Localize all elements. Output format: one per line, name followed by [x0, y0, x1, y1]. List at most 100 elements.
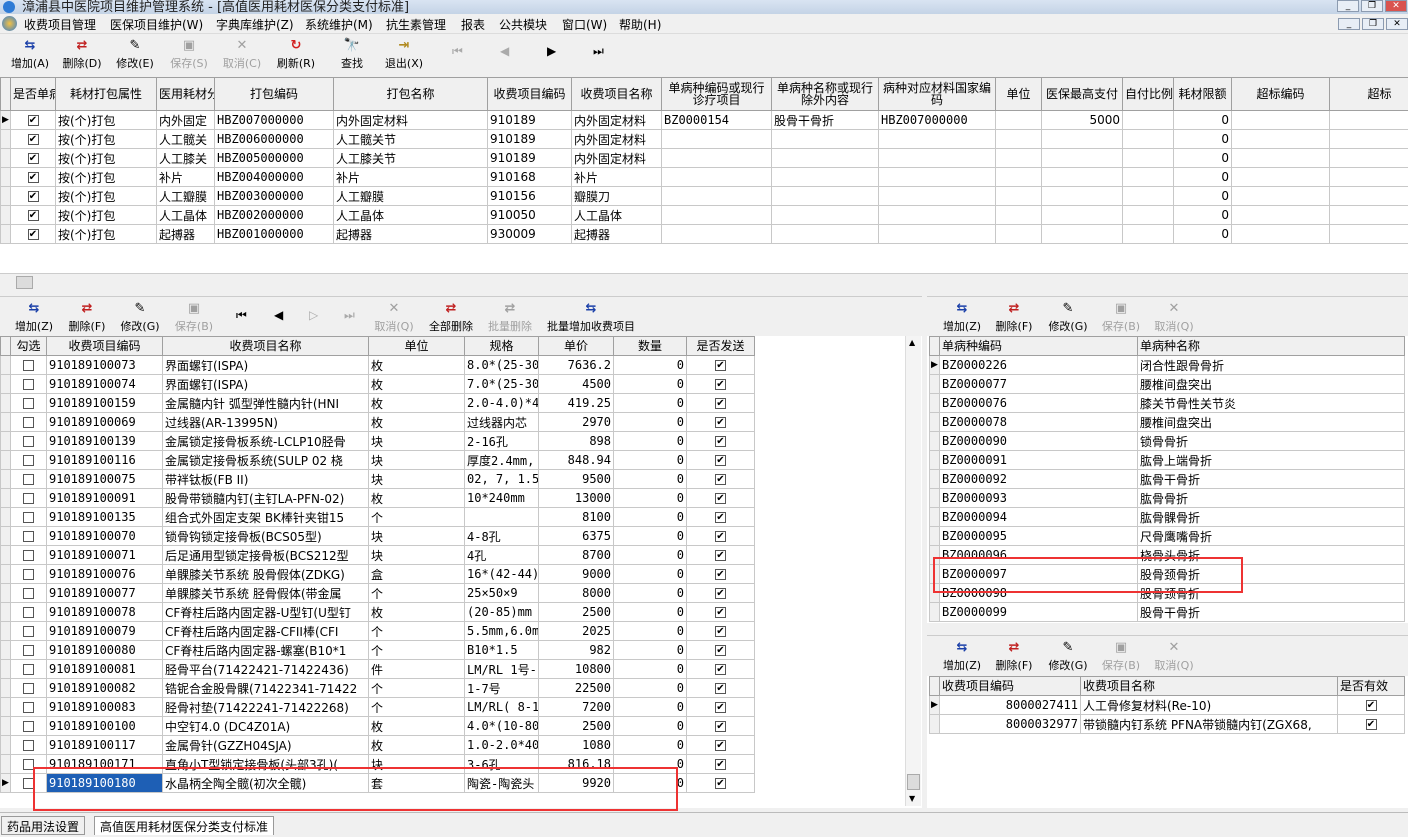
table-cell[interactable] — [661, 148, 772, 168]
disease-name-cell[interactable]: 膝关节骨性关节炎 — [1137, 393, 1405, 413]
table-row[interactable]: 910189100116 金属锁定接骨板系统(SULP 02 桡块厚度2.4mm,… — [0, 450, 755, 470]
scroll-up-icon[interactable]: ▲ — [909, 338, 915, 347]
checked-checkbox[interactable]: ✔ — [715, 702, 726, 713]
table-cell[interactable]: 910156 — [487, 186, 572, 206]
price-cell[interactable]: 6375 — [538, 526, 614, 546]
unchecked-checkbox[interactable] — [23, 398, 34, 409]
price-cell[interactable]: 13000 — [538, 488, 614, 508]
col-header[interactable]: 收费项目名称 — [162, 336, 369, 356]
table-row[interactable]: ✔ 按(个)打包 起搏器 HBZ001000000 起搏器 930009 起搏器 0 — [0, 224, 1408, 244]
unit-cell[interactable]: 枚 — [368, 488, 465, 508]
table-cell[interactable] — [878, 224, 996, 244]
hscroll-thumb[interactable] — [16, 276, 33, 289]
fee-name-cell[interactable]: 过线器(AR-13995N) — [162, 412, 369, 432]
checked-checkbox[interactable]: ✔ — [27, 134, 39, 145]
fee-code-cell[interactable]: 910189100069 — [46, 412, 163, 432]
table-row[interactable]: 910189100117 金属骨针(GZZH04SJA) 枚 1.0-2.0*40 10… — [0, 735, 755, 755]
table-cell[interactable] — [1231, 110, 1330, 130]
fee-name-cell[interactable]: CF脊柱后路内固定器-螺塞(B10*1 — [162, 640, 369, 660]
table-row[interactable]: 910189100075 带袢钛板(FB II) 块 02, 7, 1.5 9500 0 ✔ — [0, 469, 755, 489]
table-row[interactable]: ✔ 按(个)打包 人工晶体 HBZ002000000 人工晶体 910050 人工晶体 0 — [0, 205, 1408, 225]
table-cell[interactable] — [771, 148, 879, 168]
disease-code-cell[interactable]: BZ0000078 — [939, 412, 1138, 432]
checked-checkbox[interactable]: ✔ — [715, 531, 726, 542]
spec-cell[interactable]: 1-7号 — [464, 678, 539, 698]
table-row[interactable]: 910189100135 组合式外固定支架 BK棒针夹钳15 个 8100 0 ✔ — [0, 507, 755, 527]
fee-name-cell[interactable]: 金属锁定接骨板系统(SULP 02 桡 — [162, 450, 369, 470]
table-row[interactable]: 910189100091 股骨带锁髓内钉(主钉LA-PFN-02) 枚 10*240m… — [0, 488, 755, 508]
unit-cell[interactable]: 枚 — [368, 735, 465, 755]
table-cell[interactable]: 人工髋关节 — [333, 129, 488, 149]
table-cell[interactable] — [1122, 224, 1174, 244]
table-cell[interactable]: 0 — [1173, 205, 1232, 225]
col-header[interactable]: 勾选 — [10, 336, 47, 356]
table-cell[interactable]: 按(个)打包 — [55, 167, 157, 187]
prev-record-icon[interactable]: ◀ — [500, 44, 509, 58]
spec-cell[interactable]: 4-8孔 — [464, 526, 539, 546]
table-cell[interactable] — [995, 224, 1042, 244]
delete-all-button[interactable]: ⇄ 全部删除 — [425, 300, 477, 334]
table-row[interactable]: 910189100159 金属髓内针 弧型弹性髓内针(HNI 枚 2.0-4.0)*4… — [0, 393, 755, 413]
unchecked-checkbox[interactable] — [23, 493, 34, 504]
table-cell[interactable] — [1329, 148, 1408, 168]
table-cell[interactable]: 0 — [1173, 148, 1232, 168]
price-cell[interactable]: 2500 — [538, 716, 614, 736]
col-header[interactable]: 病种对应材料国家编码 — [878, 77, 996, 111]
unchecked-checkbox[interactable] — [23, 417, 34, 428]
col-header[interactable]: 收费项目编码 — [46, 336, 163, 356]
fee-code-cell[interactable]: 910189100076 — [46, 564, 163, 584]
qty-cell[interactable]: 0 — [613, 545, 687, 565]
spec-cell[interactable]: 2-16孔 — [464, 431, 539, 451]
batch-delete-button[interactable]: ⇄ 批量删除 — [484, 300, 536, 334]
unchecked-checkbox[interactable] — [23, 531, 34, 542]
fee-name-cell[interactable]: 金属锁定接骨板系统-LCLP10胫骨 — [162, 431, 369, 451]
col-header[interactable]: 单位 — [368, 336, 465, 356]
checked-checkbox[interactable]: ✔ — [715, 664, 726, 675]
unit-cell[interactable]: 枚 — [368, 374, 465, 394]
table-row[interactable]: ✔ 按(个)打包 人工髋关 HBZ006000000 人工髋关节 910189 内外固定材料… — [0, 129, 1408, 149]
qty-cell[interactable]: 0 — [613, 583, 687, 603]
disease-code-cell[interactable]: BZ0000094 — [939, 507, 1138, 527]
disease-name-cell[interactable]: 肱骨上端骨折 — [1137, 450, 1405, 470]
table-cell[interactable]: 910168 — [487, 167, 572, 187]
col-header[interactable]: 收费项目编码 — [487, 77, 572, 111]
fee-name-cell[interactable]: 带锁髓内钉系统 PFNA带锁髓内钉(ZGX68, — [1080, 714, 1338, 734]
qty-cell[interactable]: 0 — [613, 488, 687, 508]
price-cell[interactable]: 1080 — [538, 735, 614, 755]
table-cell[interactable]: 人工晶体 — [333, 205, 488, 225]
cancel-button[interactable]: ✕ 取消(C) — [220, 37, 264, 71]
restore-icon[interactable]: ❐ — [1361, 0, 1383, 12]
price-cell[interactable]: 2970 — [538, 412, 614, 432]
table-cell[interactable] — [1329, 129, 1408, 149]
qty-cell[interactable]: 0 — [613, 450, 687, 470]
table-cell[interactable] — [661, 129, 772, 149]
fee-name-cell[interactable]: 带袢钛板(FB II) — [162, 469, 369, 489]
table-cell[interactable]: HBZ007000000 — [878, 110, 996, 130]
table-cell[interactable] — [995, 167, 1042, 187]
price-cell[interactable]: 9000 — [538, 564, 614, 584]
table-row[interactable]: BZ0000093 肱骨骨折 — [929, 488, 1405, 508]
col-header[interactable]: 数量 — [613, 336, 687, 356]
fee-code-cell[interactable]: 910189100082 — [46, 678, 163, 698]
fee-code-cell[interactable]: 910189100070 — [46, 526, 163, 546]
fee-name-cell[interactable]: 中空钉4.0 (DC4Z01A) — [162, 716, 369, 736]
next-record-icon[interactable]: ▶ — [547, 44, 556, 58]
disease-edit-button[interactable]: ✎ 修改(G) — [1046, 300, 1090, 334]
spec-cell[interactable]: (20-85)mm — [464, 602, 539, 622]
spec-cell[interactable]: 10*240mm — [464, 488, 539, 508]
qty-cell[interactable]: 0 — [613, 564, 687, 584]
col-header[interactable]: 单病种编码 — [939, 336, 1138, 356]
unit-cell[interactable]: 枚 — [368, 412, 465, 432]
tab-high-value-consumables[interactable]: 高值医用耗材医保分类支付标准 — [94, 816, 275, 835]
table-cell[interactable]: 补片 — [571, 167, 662, 187]
unchecked-checkbox[interactable] — [23, 360, 34, 371]
fee-code-cell[interactable]: 910189100077 — [46, 583, 163, 603]
fee-name-cell[interactable]: 胫骨衬垫(71422241-71422268) — [162, 697, 369, 717]
table-cell[interactable] — [1231, 186, 1330, 206]
disease-code-cell[interactable]: BZ0000099 — [939, 602, 1138, 622]
menu-common[interactable]: 公共模块 — [499, 16, 547, 33]
unchecked-checkbox[interactable] — [23, 474, 34, 485]
table-row[interactable]: 910189100081 胫骨平台(71422421-71422436) 件 LM/R… — [0, 659, 755, 679]
spec-cell[interactable]: 过线器内芯 — [464, 412, 539, 432]
price-cell[interactable]: 9500 — [538, 469, 614, 489]
